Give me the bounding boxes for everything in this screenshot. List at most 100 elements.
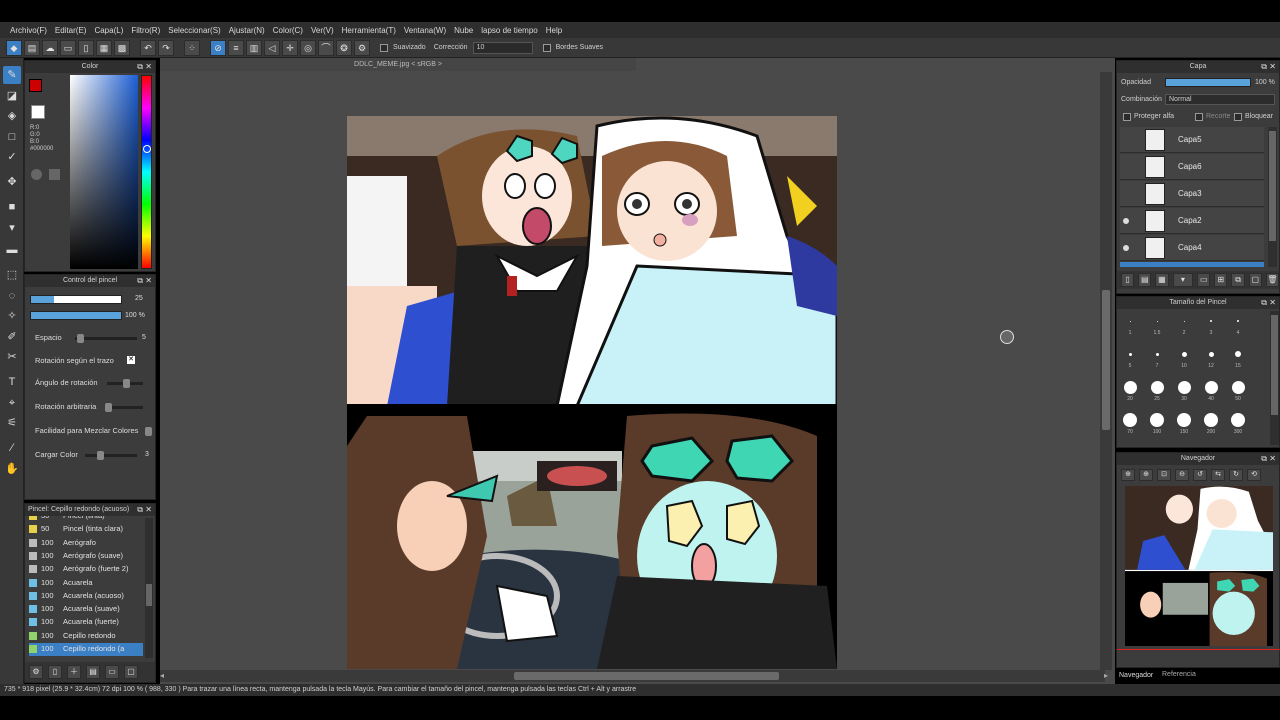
clear-layer-icon[interactable]: ▢: [1248, 273, 1262, 287]
folder-icon[interactable]: ▭: [1197, 273, 1211, 287]
brush-list-item[interactable]: 100 Aerógrafo (suave): [29, 550, 143, 563]
brush-list-item[interactable]: 100 Aerógrafo: [29, 537, 143, 550]
snap-settings-icon[interactable]: ⚙: [354, 39, 370, 56]
brush-size-dot[interactable]: [1183, 320, 1185, 322]
zoom-in-icon[interactable]: ⊕: [1121, 469, 1135, 481]
brush-size-dot[interactable]: [1204, 413, 1218, 427]
save-icon[interactable]: ▭: [60, 39, 76, 56]
snap-perspective-icon[interactable]: ◁: [264, 39, 280, 56]
page-icon[interactable]: ▯: [78, 39, 94, 56]
panel-close-icon[interactable]: ✕: [1269, 453, 1276, 465]
zoom-in-2-icon[interactable]: ⊕: [1139, 469, 1153, 481]
brush-tool-icon[interactable]: ✎: [3, 66, 21, 84]
panel-close-icon[interactable]: ✕: [145, 504, 152, 516]
blend-ease-knob[interactable]: [145, 427, 152, 436]
hand-tool-icon[interactable]: ✋: [3, 460, 21, 478]
snap-grid-icon[interactable]: ▥: [246, 39, 262, 56]
snap-parallel-icon[interactable]: ≡: [228, 39, 244, 56]
tab-navigator[interactable]: Navegador: [1119, 672, 1153, 679]
foreground-color-swatch[interactable]: [29, 79, 42, 92]
brush-size-dot[interactable]: [1181, 351, 1187, 357]
selected-layer-row[interactable]: [1120, 262, 1264, 267]
bucket-tool-icon[interactable]: ▾: [3, 219, 21, 237]
menu-lapso[interactable]: lapso de tiempo: [477, 26, 541, 35]
canvas-image[interactable]: [347, 116, 837, 669]
rotation-stroke-checkbox[interactable]: ✕: [127, 356, 135, 364]
color-wheel-icon[interactable]: [31, 169, 42, 180]
vertical-scroll-thumb[interactable]: [1102, 290, 1110, 430]
menu-seleccionar[interactable]: Seleccionar(S): [164, 26, 224, 35]
select-eraser-icon[interactable]: ✂: [3, 348, 21, 366]
hue-knob[interactable]: [143, 145, 151, 153]
menu-editar[interactable]: Editar(E): [51, 26, 91, 35]
brush-size-dot[interactable]: [1208, 351, 1214, 357]
lock-checkbox[interactable]: [1234, 113, 1242, 121]
menu-help[interactable]: Help: [542, 26, 566, 35]
brush-size-dot[interactable]: [1177, 380, 1191, 394]
snap-circle-icon[interactable]: ◎: [300, 39, 316, 56]
layer-scroll-thumb[interactable]: [1269, 131, 1276, 241]
eyedropper-tool-icon[interactable]: ⁄: [3, 439, 21, 457]
panel-float-icon[interactable]: ⧉: [1261, 297, 1267, 309]
brush-opacity-slider[interactable]: [30, 311, 122, 320]
brush-size-dot[interactable]: [1204, 380, 1218, 394]
cloud-icon[interactable]: ☁: [42, 39, 58, 56]
blur-tool-icon[interactable]: ◈: [3, 107, 21, 125]
brush-list-item[interactable]: 100 Acuarela (acuoso): [29, 590, 143, 603]
soft-edges-checkbox[interactable]: [542, 43, 551, 52]
brush-size-dot[interactable]: [1150, 380, 1164, 394]
brush-size-dot[interactable]: [1231, 413, 1245, 427]
zoom-out-icon[interactable]: ⊖: [1175, 469, 1189, 481]
brush-list-item[interactable]: 100 Acuarela (suave): [29, 603, 143, 616]
undo-icon[interactable]: ↶: [140, 39, 156, 56]
palette-icon[interactable]: [49, 169, 60, 180]
menu-color[interactable]: Color(C): [269, 26, 307, 35]
flip-icon[interactable]: ⇆: [1211, 469, 1225, 481]
operation-tool-icon[interactable]: ⌖: [3, 394, 21, 412]
horizontal-scroll-thumb[interactable]: [514, 672, 779, 680]
brush-size-dot[interactable]: [1177, 413, 1191, 427]
select-lasso-icon[interactable]: ◌: [3, 287, 21, 305]
grid-icon[interactable]: ▩: [114, 39, 130, 56]
saturation-value-square[interactable]: [70, 75, 138, 269]
brush-size-dot[interactable]: [1150, 413, 1164, 427]
brush-size-dot[interactable]: [1123, 413, 1137, 427]
layer-opacity-slider[interactable]: [1165, 78, 1251, 87]
brush-size-dot[interactable]: [1235, 351, 1241, 357]
layer-row[interactable]: Capa4: [1120, 235, 1264, 261]
brush-list-item[interactable]: 100 Acuarela (fuerte): [29, 616, 143, 629]
gradient-tool-icon[interactable]: ▬: [3, 241, 21, 259]
snap-cross-icon[interactable]: ✛: [282, 39, 298, 56]
spacing-knob[interactable]: [77, 334, 84, 343]
brush-new-icon[interactable]: ▯: [48, 665, 62, 679]
panel-close-icon[interactable]: ✕: [145, 275, 152, 287]
smoothing-checkbox[interactable]: [380, 43, 388, 52]
redo-icon[interactable]: ↷: [158, 39, 174, 56]
menu-archivo[interactable]: Archivo(F): [6, 26, 51, 35]
brush-list-item[interactable]: 100 Cepillo redondo: [29, 630, 143, 643]
protect-alpha-checkbox[interactable]: [1123, 113, 1131, 121]
background-color-swatch[interactable]: [31, 105, 45, 119]
layer-menu-icon[interactable]: ▾: [1172, 273, 1194, 287]
brush-list-item[interactable]: 100 Aerógrafo (fuerte 2): [29, 563, 143, 576]
fit-window-icon[interactable]: ⊡: [1157, 469, 1171, 481]
panel-close-icon[interactable]: ✕: [1269, 297, 1276, 309]
brush-list-item[interactable]: 50 Pincel (tinta): [29, 516, 143, 523]
new-layer-icon[interactable]: ▯: [1121, 273, 1135, 287]
menu-ajustar[interactable]: Ajustar(N): [225, 26, 269, 35]
menu-ver[interactable]: Ver(V): [307, 26, 338, 35]
layer-row[interactable]: Capa3: [1120, 181, 1264, 207]
panel-float-icon[interactable]: ⧉: [137, 504, 143, 516]
layer-row[interactable]: Capa5: [1120, 127, 1264, 153]
brush-add-icon[interactable]: ＋: [67, 665, 81, 679]
brush-list-item[interactable]: 100 Cepillo redondo (a: [29, 643, 143, 656]
brush-size-slider[interactable]: [30, 295, 122, 304]
move-tool-icon[interactable]: ✥: [3, 173, 21, 191]
correction-select[interactable]: 10: [472, 41, 533, 54]
brush-list-item[interactable]: 50 Pincel (tinta clara): [29, 523, 143, 536]
reset-rotation-icon[interactable]: ⟲: [1247, 469, 1261, 481]
hue-slider[interactable]: [141, 75, 152, 269]
app-logo-icon[interactable]: ◆: [6, 39, 22, 56]
deselect-icon[interactable]: ⁘: [184, 39, 200, 56]
fill-rect-icon[interactable]: ■: [3, 198, 21, 216]
